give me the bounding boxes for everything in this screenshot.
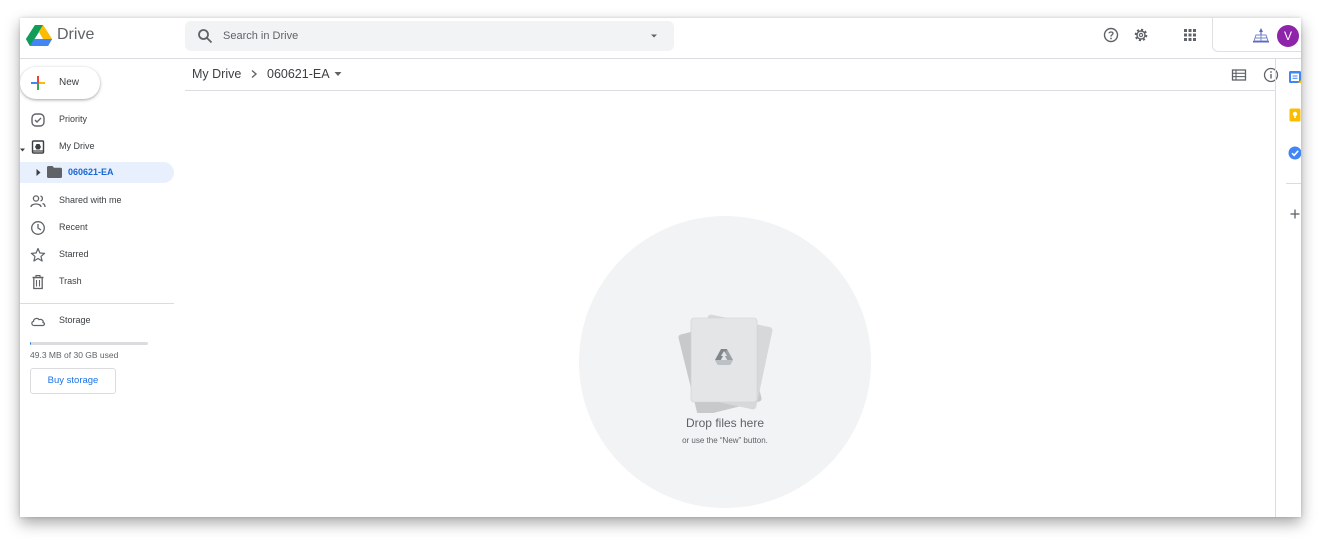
sidebar-item-label: Starred xyxy=(59,249,89,259)
sidebar-item-starred[interactable]: Starred xyxy=(20,244,174,266)
main-content: My Drive 060621-EA Drop files here or us… xyxy=(185,59,1279,517)
expand-arrow-icon[interactable] xyxy=(35,168,42,177)
sidebar-item-label: My Drive xyxy=(59,141,95,151)
star-icon xyxy=(30,247,46,262)
add-addon-plus-icon[interactable] xyxy=(1288,207,1301,221)
search-options-icon[interactable] xyxy=(648,30,660,42)
top-header: Drive Search in Drive V xyxy=(20,18,1301,59)
tasks-icon[interactable] xyxy=(1288,146,1301,160)
empty-state-subtitle: or use the “New” button. xyxy=(682,436,768,445)
buy-storage-label: Buy storage xyxy=(47,375,99,386)
sidebar-item-my-drive[interactable]: My Drive xyxy=(20,136,174,158)
empty-state-title: Drop files here xyxy=(685,416,765,430)
sidebar-divider xyxy=(20,303,174,304)
new-button[interactable]: New xyxy=(20,67,100,99)
help-icon[interactable] xyxy=(1103,27,1119,43)
calendar-icon[interactable] xyxy=(1288,70,1301,84)
storage-usage-bar xyxy=(30,342,148,345)
breadcrumb-current-folder[interactable]: 060621-EA xyxy=(267,67,330,81)
storage-usage-fill xyxy=(30,342,32,345)
side-panel xyxy=(1275,59,1301,517)
account-avatar[interactable]: V xyxy=(1277,25,1299,47)
priority-icon xyxy=(31,113,45,127)
drive-brand[interactable]: Drive xyxy=(57,26,94,44)
organization-logo-icon[interactable] xyxy=(1252,26,1270,44)
sidebar-item-storage[interactable]: Storage xyxy=(20,310,174,332)
sidebar-item-label: Recent xyxy=(59,222,88,232)
sidebar-item-shared-with-me[interactable]: Shared with me xyxy=(20,190,174,212)
cloud-icon xyxy=(31,317,46,327)
sidebar-item-trash[interactable]: Trash xyxy=(20,271,174,293)
buy-storage-button[interactable]: Buy storage xyxy=(30,368,116,394)
my-drive-icon xyxy=(31,140,45,154)
drop-zone[interactable]: Drop files here or use the “New” button. xyxy=(579,216,871,508)
sidebar-item-label: Shared with me xyxy=(59,195,122,205)
folder-icon xyxy=(47,166,62,178)
drop-files-illustration-icon xyxy=(678,314,773,413)
keep-icon[interactable] xyxy=(1288,108,1301,122)
sidebar-folder-060621-ea[interactable]: 060621-EA xyxy=(20,162,174,183)
drive-window: Drive Search in Drive V New Priority My … xyxy=(20,18,1301,517)
folder-menu-dropdown-icon[interactable] xyxy=(334,71,342,77)
chevron-right-icon xyxy=(251,69,258,79)
sidebar-item-label: Storage xyxy=(59,315,91,325)
breadcrumb-my-drive[interactable]: My Drive xyxy=(192,67,241,81)
drive-logo-icon[interactable] xyxy=(26,24,52,48)
new-button-label: New xyxy=(59,77,80,88)
trash-icon xyxy=(32,274,44,290)
settings-gear-icon[interactable] xyxy=(1133,27,1149,43)
shared-icon xyxy=(30,195,46,208)
storage-usage-text: 49.3 MB of 30 GB used xyxy=(30,350,119,360)
sidebar-item-recent[interactable]: Recent xyxy=(20,217,174,239)
folder-label: 060621-EA xyxy=(68,167,114,177)
apps-grid-icon[interactable] xyxy=(1182,27,1198,43)
side-panel-divider xyxy=(1286,183,1301,184)
sidebar: New Priority My Drive 060621-EA Shared w… xyxy=(20,59,180,517)
search-bar[interactable]: Search in Drive xyxy=(185,21,674,51)
sidebar-item-label: Priority xyxy=(59,114,88,124)
main-toolbar: My Drive 060621-EA xyxy=(185,59,1279,91)
list-view-icon[interactable] xyxy=(1231,67,1247,83)
sidebar-item-priority[interactable]: Priority xyxy=(20,109,174,131)
search-input[interactable]: Search in Drive xyxy=(223,30,298,42)
plus-icon xyxy=(31,76,45,90)
clock-icon xyxy=(31,221,45,235)
sidebar-item-label: Trash xyxy=(59,276,82,286)
search-icon[interactable] xyxy=(197,28,213,44)
